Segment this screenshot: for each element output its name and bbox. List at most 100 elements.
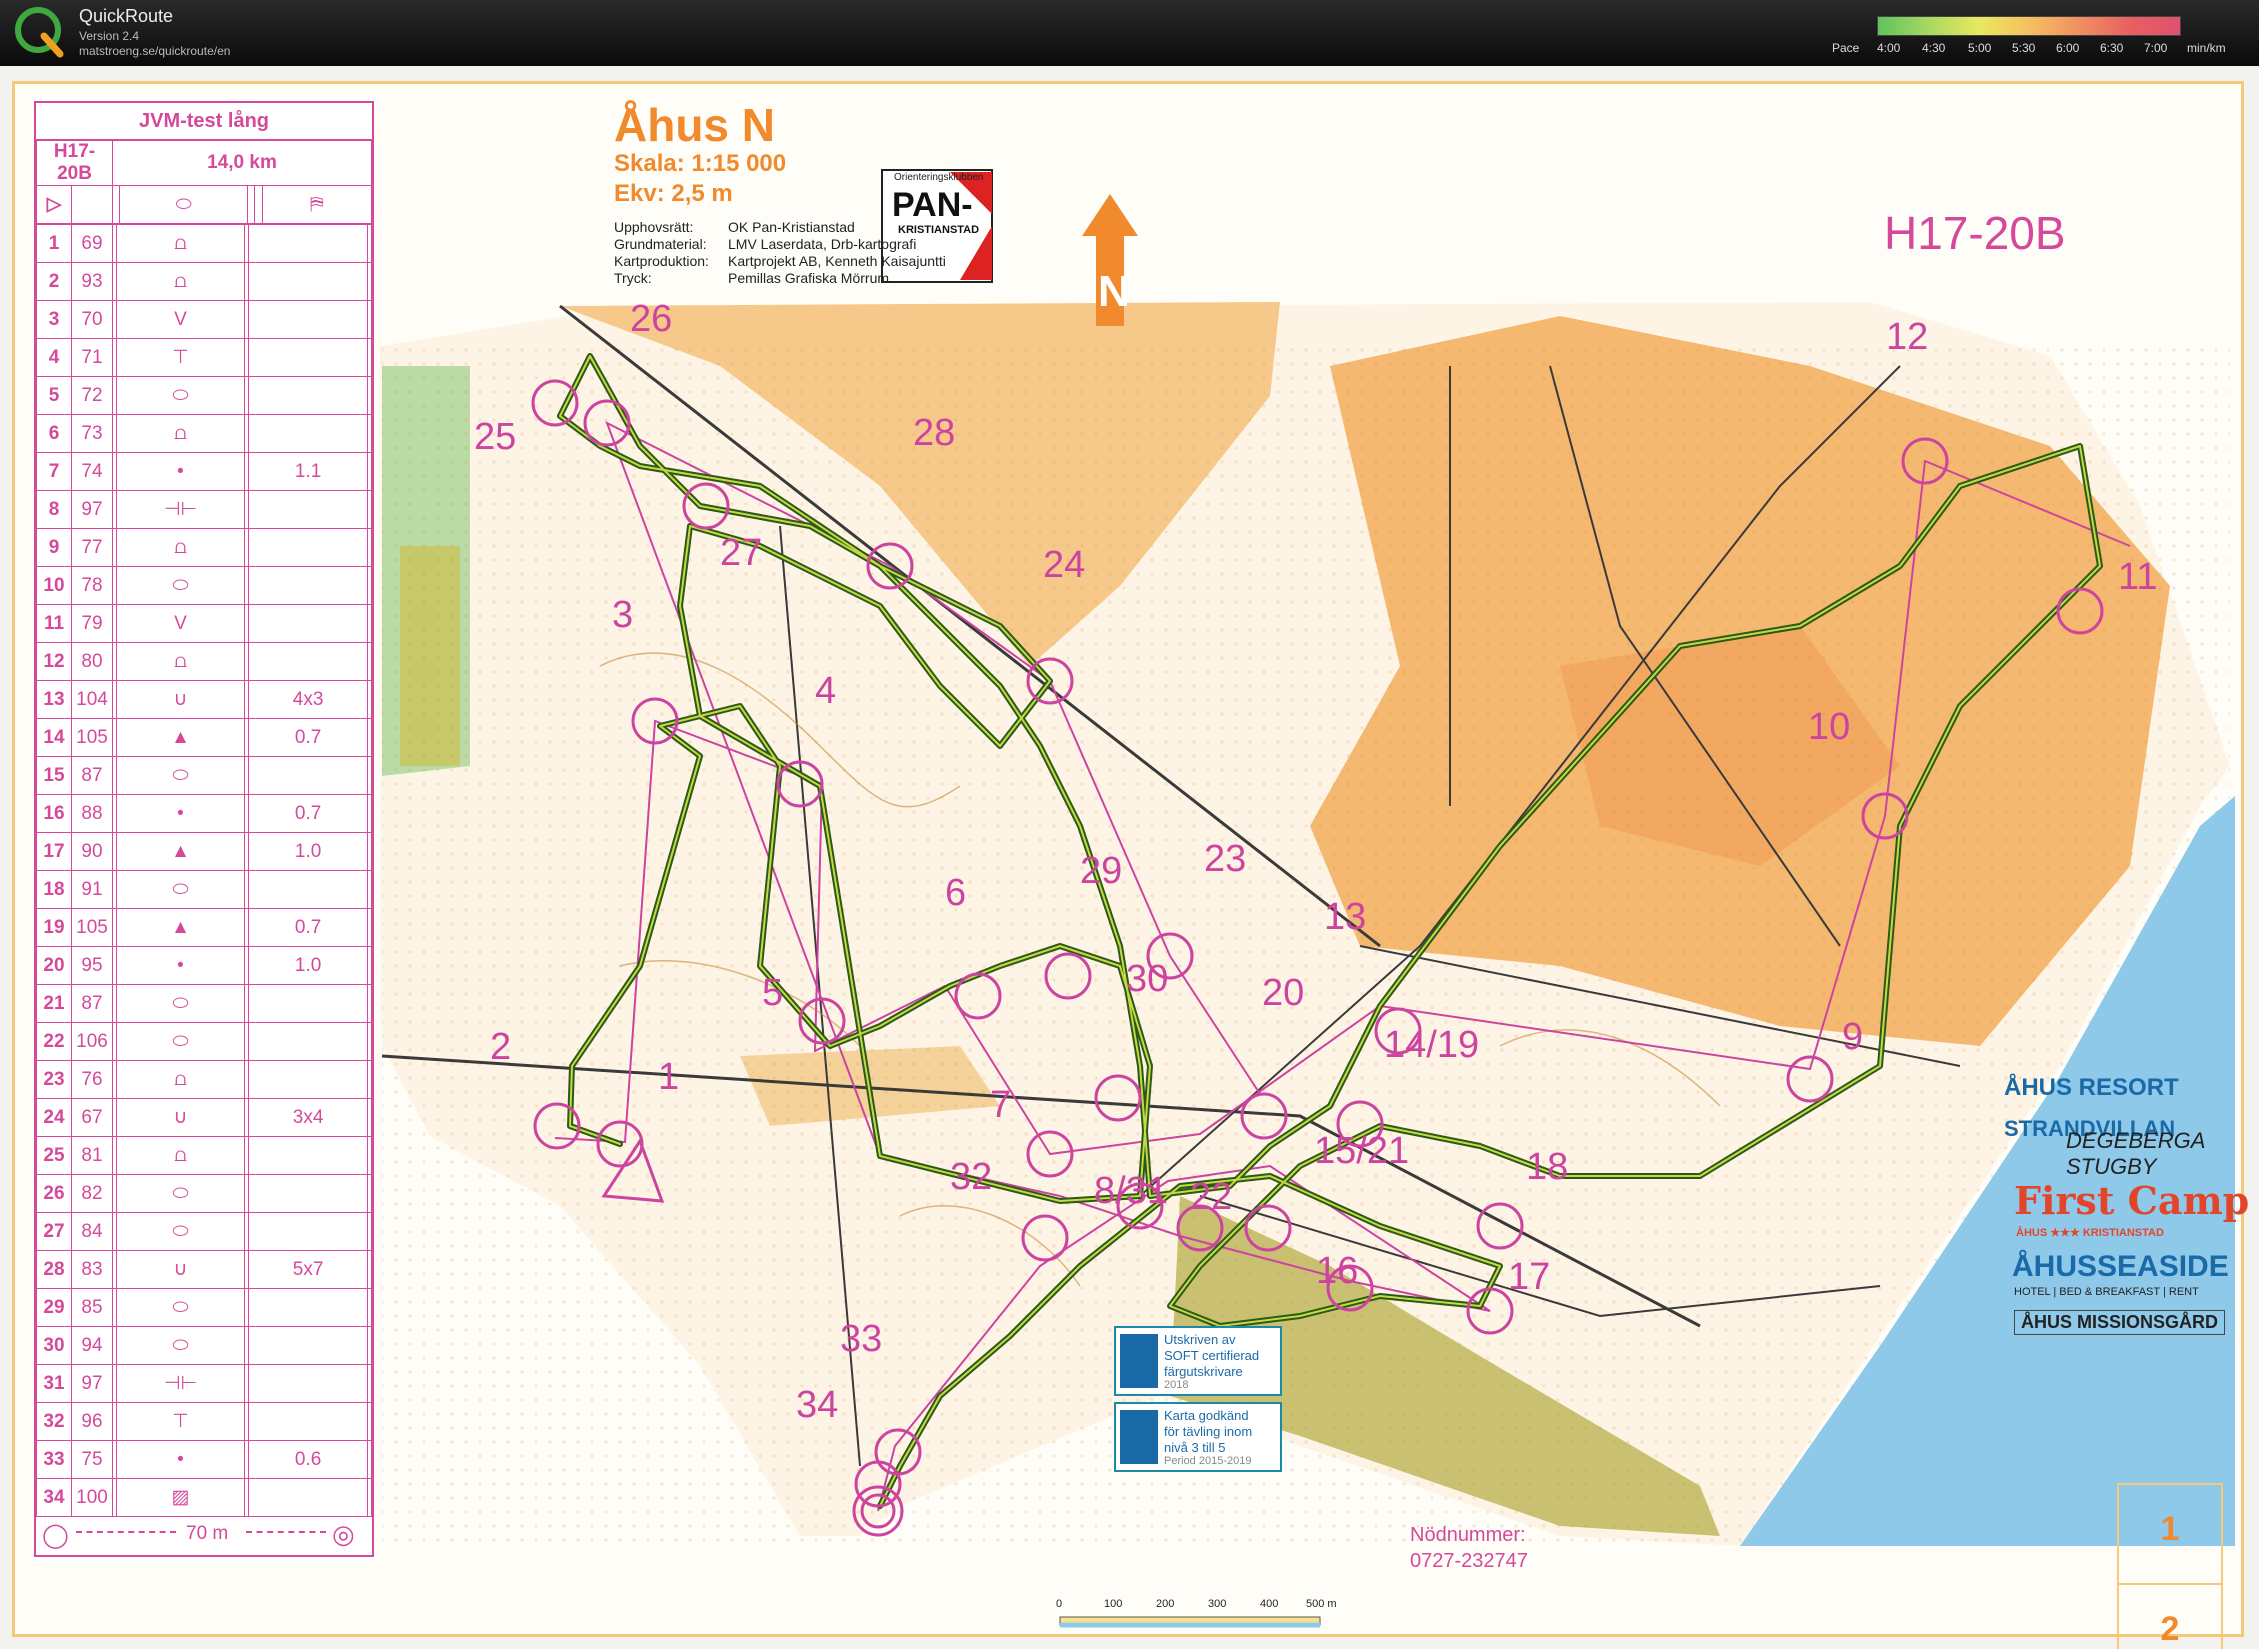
control-code-cell: 91 [71, 870, 113, 909]
course-length: 14,0 km [112, 140, 372, 186]
feature-symbol-icon: • [115, 452, 246, 491]
control-number-cell: 9 [36, 528, 72, 567]
control-number-cell: 12 [36, 642, 72, 681]
app-url[interactable]: matstroeng.se/quickroute/en [79, 44, 230, 58]
control-code-cell: 88 [71, 794, 113, 833]
control-number: 22 [1190, 1176, 1233, 1218]
control-code-cell: 82 [71, 1174, 113, 1213]
control-number-cell: 7 [36, 452, 72, 491]
control-code-cell: 79 [71, 604, 113, 643]
dimension-cell [248, 1174, 369, 1213]
control-number: 25 [474, 416, 517, 458]
feature-symbol-icon: ⊤ [115, 1402, 246, 1441]
soft-text: 2018 [1164, 1379, 1189, 1391]
location-symbol-icon [367, 376, 372, 415]
feature-symbol-icon: ⬭ [115, 1326, 246, 1365]
control-number: 8/31 [1094, 1170, 1168, 1212]
feature-symbol-icon: ∪ [115, 680, 246, 719]
dimension-cell [248, 224, 369, 263]
dimension-cell [248, 376, 369, 415]
control-number: 1 [658, 1056, 680, 1098]
soft-certificate-box: Utskriven av SOFT certifierad färgutskri… [1114, 1326, 1282, 1396]
description-row: 21 87 ⬭ [36, 984, 372, 1023]
description-row: 11 79 V [36, 604, 372, 643]
feature-symbol-icon: ⩍ [115, 528, 246, 567]
control-number-cell: 11 [36, 604, 72, 643]
control-number-cell: 13 [36, 680, 72, 719]
control-number-cell: 17 [36, 832, 72, 871]
scale-tick: 400 [1260, 1598, 1279, 1610]
dimension-cell [248, 642, 369, 681]
dimension-cell: 1.1 [248, 452, 369, 491]
dimension-cell [248, 756, 369, 795]
control-code-cell: 81 [71, 1136, 113, 1175]
control-number: 3 [612, 594, 634, 636]
dimension-cell [248, 1364, 369, 1403]
description-row: 33 75 • 0.6 [36, 1440, 372, 1479]
location-symbol-icon [367, 1174, 372, 1213]
control-number: 16 [1316, 1250, 1359, 1292]
dimension-cell [248, 490, 369, 529]
control-code-cell: 67 [71, 1098, 113, 1137]
credit-value: OK Pan-Kristianstad [728, 219, 855, 235]
control-number: 24 [1043, 544, 1086, 586]
description-row: 34 100 ▨ [36, 1478, 372, 1517]
title-bar: QuickRoute Version 2.4 matstroeng.se/qui… [0, 0, 2259, 66]
control-number: 17 [1508, 1256, 1551, 1298]
pace-tick: 5:30 [2012, 41, 2036, 55]
credit-value: Kartprojekt AB, Kenneth Kaisajuntti [728, 253, 946, 269]
location-symbol-icon [367, 1478, 372, 1517]
description-row: 5 72 ⬭ [36, 376, 372, 415]
dimension-cell [248, 870, 369, 909]
location-symbol-icon [367, 756, 372, 795]
feature-symbol-icon: V [115, 300, 246, 339]
pace-color-bar [1877, 16, 2181, 36]
dimension-cell [248, 604, 369, 643]
dimension-cell [248, 1288, 369, 1327]
control-code-cell: 70 [71, 300, 113, 339]
control-number: 10 [1808, 706, 1851, 748]
description-row: 4 71 ⊤ [36, 338, 372, 377]
app-version: Version 2.4 [79, 29, 140, 43]
svensk-orientering-icon [1120, 1334, 1158, 1388]
control-number-cell: 25 [36, 1136, 72, 1175]
control-code-cell: 69 [71, 224, 113, 263]
location-symbol-icon [367, 832, 372, 871]
credit-key: Tryck: [614, 270, 652, 286]
club-logo-top: Orienteringsklubben [894, 172, 984, 183]
control-number-cell: 2 [36, 262, 72, 301]
soft-text: SOFT certifierad [1164, 1348, 1260, 1363]
control-number-cell: 3 [36, 300, 72, 339]
start-symbol-icon: ▷ [36, 185, 72, 224]
feature-symbol-icon: ⬭ [115, 1288, 246, 1327]
control-code-cell: 74 [71, 452, 113, 491]
feature-symbol-icon: • [115, 946, 246, 985]
control-number-cell: 34 [36, 1478, 72, 1517]
sponsor-logo-sub: HOTEL | BED & BREAKFAST | RENT [2014, 1286, 2199, 1298]
credit-value: LMV Laserdata, Drb-kartografi [728, 236, 917, 252]
scale-tick: 0 [1056, 1598, 1063, 1610]
control-code-cell: 87 [71, 984, 113, 1023]
control-code-cell: 76 [71, 1060, 113, 1099]
description-row: 20 95 • 1.0 [36, 946, 372, 985]
feature-symbol-icon: ▲ [115, 718, 246, 757]
location-symbol-icon [367, 1326, 372, 1365]
emergency-number: 0727-232747 [1410, 1550, 1528, 1572]
dimension-cell: 0.7 [248, 794, 369, 833]
feature-symbol-icon: ▨ [115, 1478, 246, 1517]
control-number: 29 [1080, 850, 1123, 892]
description-row: 14 105 ▲ 0.7 [36, 718, 372, 757]
feature-symbol-icon: ⩍ [115, 642, 246, 681]
sponsor-logo: DEGEBERGA STUGBY [2066, 1128, 2205, 1179]
feature-symbol-icon: ⬭ [115, 1212, 246, 1251]
description-row: 32 96 ⊤ [36, 1402, 372, 1441]
control-number-cell: 8 [36, 490, 72, 529]
description-table: H17-20B 14,0 km ▷ ⬭ ⛿ [36, 140, 373, 224]
control-code-cell: 73 [71, 414, 113, 453]
dimension-cell [248, 984, 369, 1023]
description-row: 22 106 ⬭ [36, 1022, 372, 1061]
club-logo-sub: KRISTIANSTAD [898, 224, 980, 236]
control-number-cell: 16 [36, 794, 72, 833]
svg-text:N: N [1098, 267, 1130, 316]
location-symbol-icon [367, 718, 372, 757]
